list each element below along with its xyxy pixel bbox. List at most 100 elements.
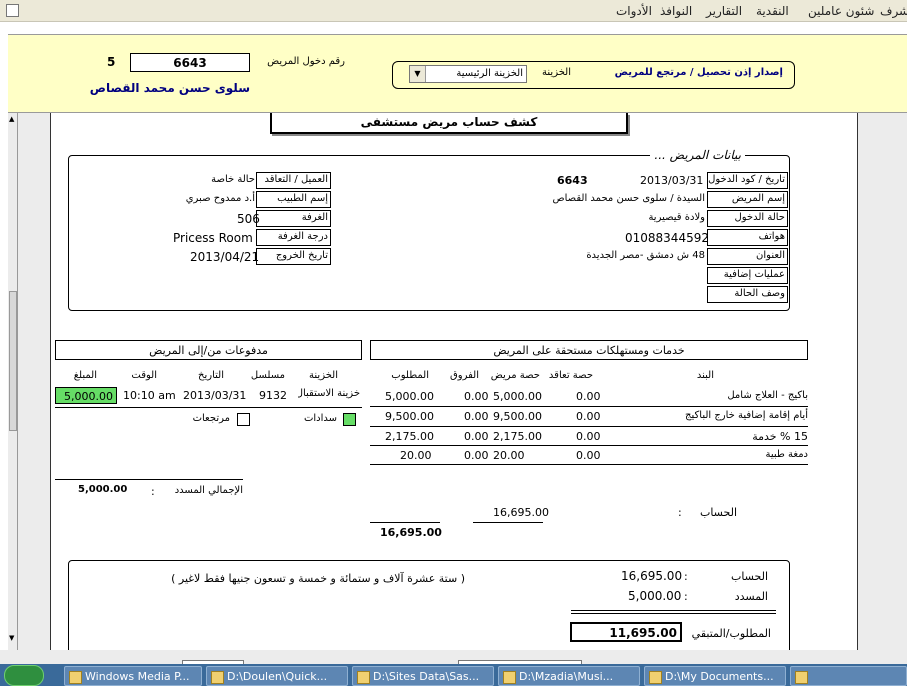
patient-name-value: السيدة / سلوى حسن محمد القصاص: [552, 193, 705, 204]
treasury-label: الخزينة: [542, 67, 571, 78]
payment-time: 10:10 am: [123, 389, 176, 402]
service-patient: 20.00: [493, 449, 525, 462]
client-value: حالة خاصة: [211, 174, 255, 185]
treasury-select-value: الخزينة الرئيسية: [456, 68, 523, 79]
patient-section-title: بيانات المريض ...: [650, 148, 745, 162]
menu-item-5[interactable]: النوافذ: [660, 4, 692, 18]
taskbar-item[interactable]: D:\Mzadia\Musi...: [498, 666, 640, 686]
record-count: 5: [107, 55, 116, 69]
summary-paid-value: 5,000.00: [628, 589, 682, 603]
service-contract: 0.00: [576, 410, 601, 423]
page-edge-left: [50, 113, 51, 650]
margin-right: [857, 113, 907, 650]
services-title: خدمات ومستهلكات مستحقة على المريض: [493, 344, 685, 357]
amount-in-words: ( ستة عشرة آلاف و ستمائة و خمسة و تسعون …: [171, 572, 465, 585]
service-contract: 0.00: [576, 390, 601, 403]
service-patient: 5,000.00: [493, 390, 542, 403]
row-divider: [370, 406, 808, 407]
menu-item-6[interactable]: الأدوات: [616, 4, 652, 18]
admission-number-field[interactable]: 6643: [130, 53, 250, 72]
taskbar-item-active[interactable]: [790, 666, 907, 686]
admission-number-label: رقم دخول المريض: [267, 56, 345, 67]
taskbar-item[interactable]: D:\Doulen\Quick...: [206, 666, 348, 686]
summary-paid-label: المسدد: [734, 590, 768, 603]
services-title-box: خدمات ومستهلكات مستحقة على المريض: [370, 340, 808, 360]
service-patient: 2,175.00: [493, 430, 542, 443]
service-contract: 0.00: [576, 449, 601, 462]
address-value: 48 ش دمشق -مصر الجديدة: [586, 250, 705, 261]
admission-date-value: 2013/03/31: [640, 174, 704, 187]
room-class-value: Pricess Room: [173, 231, 253, 245]
service-required: 2,175.00: [385, 430, 434, 443]
margin-left: [18, 113, 50, 650]
payment-serial: 9132: [259, 389, 287, 402]
window-icon[interactable]: [6, 4, 19, 17]
taskbar-item[interactable]: D:\Sites Data\Sas...: [352, 666, 494, 686]
service-item: دمغة طبية: [765, 449, 808, 460]
phones-label: هواتف: [707, 229, 788, 246]
row-divider: [370, 426, 808, 427]
record-navigator-strip: [0, 650, 907, 666]
start-button[interactable]: [4, 665, 44, 686]
taskbar-item[interactable]: D:\My Documents...: [644, 666, 786, 686]
summary-divider: [571, 610, 776, 611]
menu-item-4[interactable]: التقارير: [706, 4, 742, 18]
report-title-box: كشف حساب مريض مستشفى: [270, 113, 628, 134]
row-divider: [55, 407, 362, 408]
admission-status-value: ولادة قيصيرية: [648, 212, 705, 223]
client-label: العميل / التعاقد: [256, 172, 331, 189]
account-patient-total: 16,695.00: [493, 506, 549, 519]
payments-checkbox-label: سدادات: [303, 413, 337, 424]
form-header: إصدار إذن تحصيل / مرتجع للمريض الخزينة ا…: [8, 34, 907, 113]
phones-value: 01088344592: [625, 231, 709, 245]
menu-item-2[interactable]: شئون عاملين: [808, 4, 874, 18]
services-header-contract: حصة تعاقد: [548, 370, 593, 381]
summary-account-label: الحساب: [730, 570, 768, 583]
scroll-down-arrow-icon[interactable]: ▼: [9, 634, 14, 642]
menu-bar: شرف شئون عاملين النقدية التقارير النوافذ…: [0, 0, 907, 22]
taskbar-item[interactable]: Windows Media P...: [64, 666, 202, 686]
returns-checkbox-label: مرتجعات: [192, 413, 230, 424]
row-divider: [370, 445, 808, 446]
payments-total-value: 5,000.00: [78, 484, 128, 495]
service-diff: 0.00: [464, 430, 489, 443]
menu-item-1[interactable]: شرف: [880, 4, 907, 18]
doctor-value: أ.د ممدوح صبري: [185, 193, 255, 204]
summary-remaining-label: المطلوب/المتبقي: [691, 627, 771, 640]
services-header-patient: حصة مريض: [490, 370, 540, 381]
treasury-select[interactable]: الخزينة الرئيسية ▼: [409, 65, 527, 83]
admission-code-value: 6643: [557, 174, 588, 187]
service-required: 9,500.00: [385, 410, 434, 423]
total-underline: [473, 522, 543, 523]
payments-total-divider: [55, 479, 243, 480]
row-divider: [370, 464, 808, 465]
payment-amount-cell: 5,000.00: [55, 387, 117, 404]
service-diff: 0.00: [464, 390, 489, 403]
service-diff: 0.00: [464, 410, 489, 423]
extra-operations-label: عمليات إضافية: [707, 267, 788, 284]
returns-checkbox[interactable]: [237, 413, 250, 426]
admission-date-label: تاريخ / كود الدخول: [707, 172, 788, 189]
patient-name-header: سلوى حسن محمد القصاص: [89, 81, 250, 95]
scroll-thumb[interactable]: [9, 291, 17, 431]
scroll-up-arrow-icon[interactable]: ▲: [9, 115, 14, 123]
payments-checkbox[interactable]: [343, 413, 356, 426]
service-diff: 0.00: [464, 449, 489, 462]
discharge-date-value: 2013/04/21: [190, 250, 260, 264]
service-item: أيام إقامة إضافية خارج الباكيج: [685, 410, 808, 421]
action-label[interactable]: إصدار إذن تحصيل / مرتجع للمريض: [615, 67, 783, 78]
room-class-label: درجة الغرفة: [256, 229, 331, 246]
services-header-diff: الفروق: [450, 370, 479, 381]
payments-header-serial: مسلسل: [250, 370, 285, 381]
summary-account-value: 16,695.00: [621, 569, 683, 583]
payments-total-colon: :: [151, 485, 155, 498]
room-value: 506: [237, 212, 260, 226]
chevron-down-icon[interactable]: ▼: [410, 66, 426, 82]
summary-paid-colon: :: [684, 590, 688, 603]
summary-account-colon: :: [684, 570, 688, 583]
menu-item-3[interactable]: النقدية: [756, 4, 789, 18]
doctor-label: إسم الطبيب: [256, 191, 331, 208]
payments-title-box: مدفوعات من/إلى المريض: [55, 340, 362, 360]
account-required-total: 16,695.00: [380, 526, 442, 539]
report-viewport: ▲ ▼ كشف حساب مريض مستشفى بيانات المريض .…: [8, 113, 907, 660]
